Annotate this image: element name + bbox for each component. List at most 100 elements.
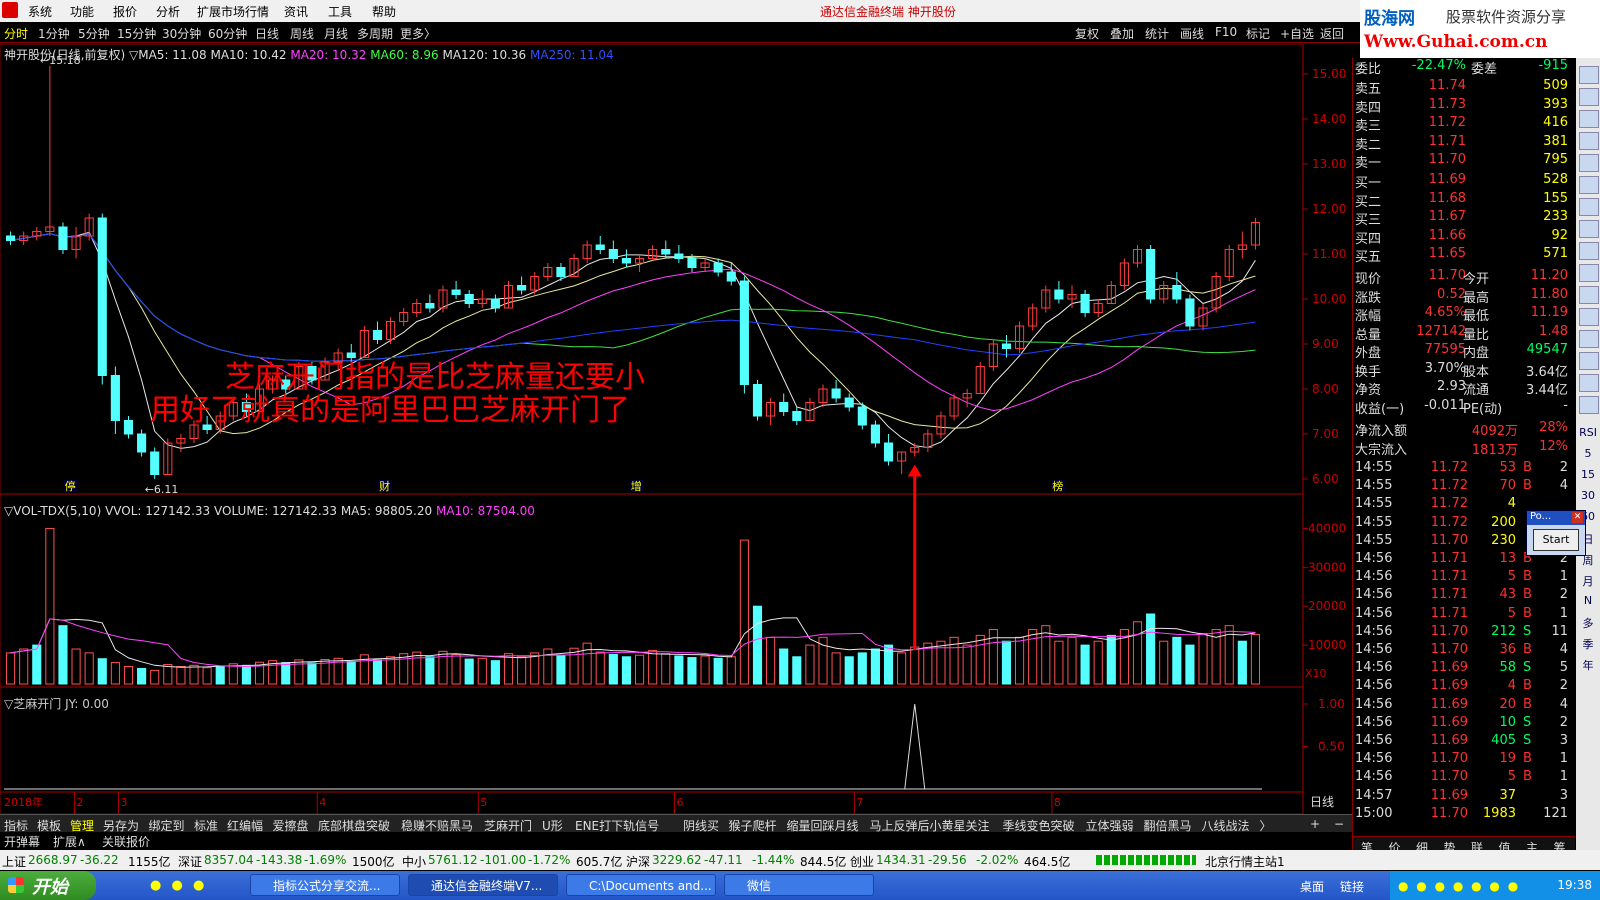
btn-mark[interactable]: 标记 bbox=[1246, 25, 1270, 42]
period-shortcut[interactable]: 季 bbox=[1579, 636, 1597, 652]
sub-tab[interactable]: 扩展∧ bbox=[53, 833, 86, 850]
toolbar-icon[interactable] bbox=[1579, 308, 1599, 326]
stat-value: -0.011 bbox=[1424, 397, 1466, 413]
tick-volume: 43 bbox=[1499, 587, 1516, 603]
tick-price: 11.70 bbox=[1430, 642, 1468, 657]
popup-close-icon[interactable]: ✕ bbox=[1572, 512, 1583, 523]
toolbar-icon[interactable] bbox=[1579, 176, 1599, 194]
btn-add-watchlist[interactable]: +自选 bbox=[1280, 25, 1314, 42]
period-shortcut[interactable]: N bbox=[1579, 594, 1597, 607]
period-shortcut[interactable]: RSI bbox=[1579, 426, 1597, 439]
tick-direction: B bbox=[1523, 642, 1532, 657]
menu-news[interactable]: 资讯 bbox=[284, 3, 308, 20]
zoom-in-button[interactable]: + bbox=[1310, 817, 1320, 831]
popup-start-button[interactable]: Start bbox=[1533, 529, 1579, 551]
tab-daily[interactable]: 日线 bbox=[255, 25, 279, 42]
taskbar-task[interactable]: C:\Documents and... bbox=[566, 874, 716, 896]
tab-30min[interactable]: 30分钟 bbox=[162, 25, 201, 42]
windows-logo-icon bbox=[8, 877, 24, 893]
order-volume: 528 bbox=[1543, 172, 1568, 187]
ma60-value: MA60: 8.96 bbox=[370, 48, 439, 62]
toolbar-icon[interactable] bbox=[1579, 198, 1599, 216]
stat-value: 2.93 bbox=[1437, 379, 1466, 394]
tick-row: 14:56 11.71 43 B 2 bbox=[1353, 587, 1575, 605]
kline-chart[interactable]: ←15.18←6.11停财增榜 15.0014.0013.0012.0011.0… bbox=[0, 44, 1350, 814]
start-button[interactable]: 开始 bbox=[0, 871, 96, 900]
menu-extended-market[interactable]: 扩展市场行情 bbox=[197, 3, 269, 20]
stat-value-2: 11.19 bbox=[1530, 305, 1568, 320]
tab-monthly[interactable]: 月线 bbox=[324, 25, 348, 42]
toolbar-icon[interactable] bbox=[1579, 396, 1599, 414]
toolbar-icon[interactable] bbox=[1579, 264, 1599, 282]
btn-stats[interactable]: 统计 bbox=[1145, 25, 1169, 42]
tick-count: 2 bbox=[1559, 714, 1568, 730]
volume-bar bbox=[215, 665, 225, 685]
index-change-percent: -1.72% bbox=[528, 853, 571, 867]
volume-bar bbox=[372, 659, 383, 685]
menu-quote[interactable]: 报价 bbox=[113, 3, 137, 20]
volume-bar bbox=[202, 667, 212, 685]
tab-15min[interactable]: 15分钟 bbox=[117, 25, 156, 42]
period-shortcut[interactable]: 15 bbox=[1579, 468, 1597, 481]
stat-row: 收益(一) -0.011 PE(动) - bbox=[1353, 397, 1575, 417]
vol-ma10-line bbox=[10, 618, 1256, 668]
zoom-out-button[interactable]: − bbox=[1334, 817, 1344, 831]
menu-system[interactable]: 系统 bbox=[28, 3, 52, 20]
tick-count: 121 bbox=[1543, 805, 1568, 821]
tab-1min[interactable]: 1分钟 bbox=[38, 25, 70, 42]
sub-tab[interactable]: 开弹幕 bbox=[4, 833, 40, 850]
toolbar-icon[interactable] bbox=[1579, 132, 1599, 150]
taskbar-task[interactable]: 指标公式分享交流... bbox=[250, 874, 400, 896]
tick-row: 14:56 11.69 20 B 4 bbox=[1353, 697, 1575, 715]
volume-bar bbox=[739, 539, 749, 685]
toolbar-icon[interactable] bbox=[1579, 88, 1599, 106]
market-breadth-bars bbox=[1096, 855, 1196, 865]
stat-label: 现价 bbox=[1355, 272, 1382, 287]
ma120-value: MA120: 10.36 bbox=[442, 48, 527, 62]
volume-bar bbox=[1185, 644, 1195, 685]
btn-draw[interactable]: 画线 bbox=[1180, 25, 1204, 42]
period-shortcut[interactable]: 5 bbox=[1579, 447, 1597, 460]
toolbar-icon[interactable] bbox=[1579, 374, 1599, 392]
tray-desktop-link[interactable]: 桌面 bbox=[1300, 878, 1324, 895]
toolbar-icon[interactable] bbox=[1579, 154, 1599, 172]
btn-f10[interactable]: F10 bbox=[1215, 25, 1237, 39]
menu-function[interactable]: 功能 bbox=[70, 3, 94, 20]
menu-analysis[interactable]: 分析 bbox=[156, 3, 180, 20]
toolbar-icon[interactable] bbox=[1579, 330, 1599, 348]
btn-fuquan[interactable]: 复权 bbox=[1075, 25, 1099, 42]
toolbar-icon[interactable] bbox=[1579, 242, 1599, 260]
btn-overlay[interactable]: 叠加 bbox=[1110, 25, 1134, 42]
toolbar-icon[interactable] bbox=[1579, 286, 1599, 304]
tab-more[interactable]: 更多〉 bbox=[400, 25, 436, 42]
menu-tools[interactable]: 工具 bbox=[328, 3, 352, 20]
tray-links-link[interactable]: 链接 bbox=[1340, 878, 1364, 895]
period-shortcut[interactable]: 月 bbox=[1579, 573, 1597, 589]
clock: 19:38 bbox=[1557, 878, 1592, 892]
btn-back[interactable]: 返回 bbox=[1320, 25, 1344, 42]
toolbar-icon[interactable] bbox=[1579, 220, 1599, 238]
menu-help[interactable]: 帮助 bbox=[372, 3, 396, 20]
volume-bar bbox=[1001, 640, 1012, 685]
toolbar-icon[interactable] bbox=[1579, 352, 1599, 370]
order-volume: 155 bbox=[1543, 190, 1568, 206]
tab-multi-period[interactable]: 多周期 bbox=[357, 25, 393, 42]
flow-percent: 12% bbox=[1539, 438, 1568, 454]
tab-5min[interactable]: 5分钟 bbox=[78, 25, 110, 42]
period-shortcut[interactable]: 30 bbox=[1579, 489, 1597, 502]
period-shortcut[interactable]: 年 bbox=[1579, 657, 1597, 673]
tab-60min[interactable]: 60分钟 bbox=[208, 25, 247, 42]
volume-bar bbox=[752, 605, 763, 685]
sub-tab[interactable]: 关联报价 bbox=[102, 833, 150, 850]
toolbar-icon[interactable] bbox=[1579, 110, 1599, 128]
tick-direction: B bbox=[1523, 769, 1532, 785]
tab-intraday[interactable]: 分时 bbox=[4, 25, 28, 42]
stat-value: 11.70 bbox=[1428, 268, 1466, 283]
taskbar-task[interactable]: 微信 bbox=[724, 874, 874, 896]
tab-weekly[interactable]: 周线 bbox=[290, 25, 314, 42]
quicklaunch-icons[interactable]: ● ● ● bbox=[150, 878, 207, 893]
volume-bar bbox=[1237, 640, 1247, 685]
taskbar-task[interactable]: 通达信金融终端V7... bbox=[408, 874, 558, 896]
toolbar-icon[interactable] bbox=[1579, 66, 1599, 84]
period-shortcut[interactable]: 多 bbox=[1579, 615, 1597, 631]
